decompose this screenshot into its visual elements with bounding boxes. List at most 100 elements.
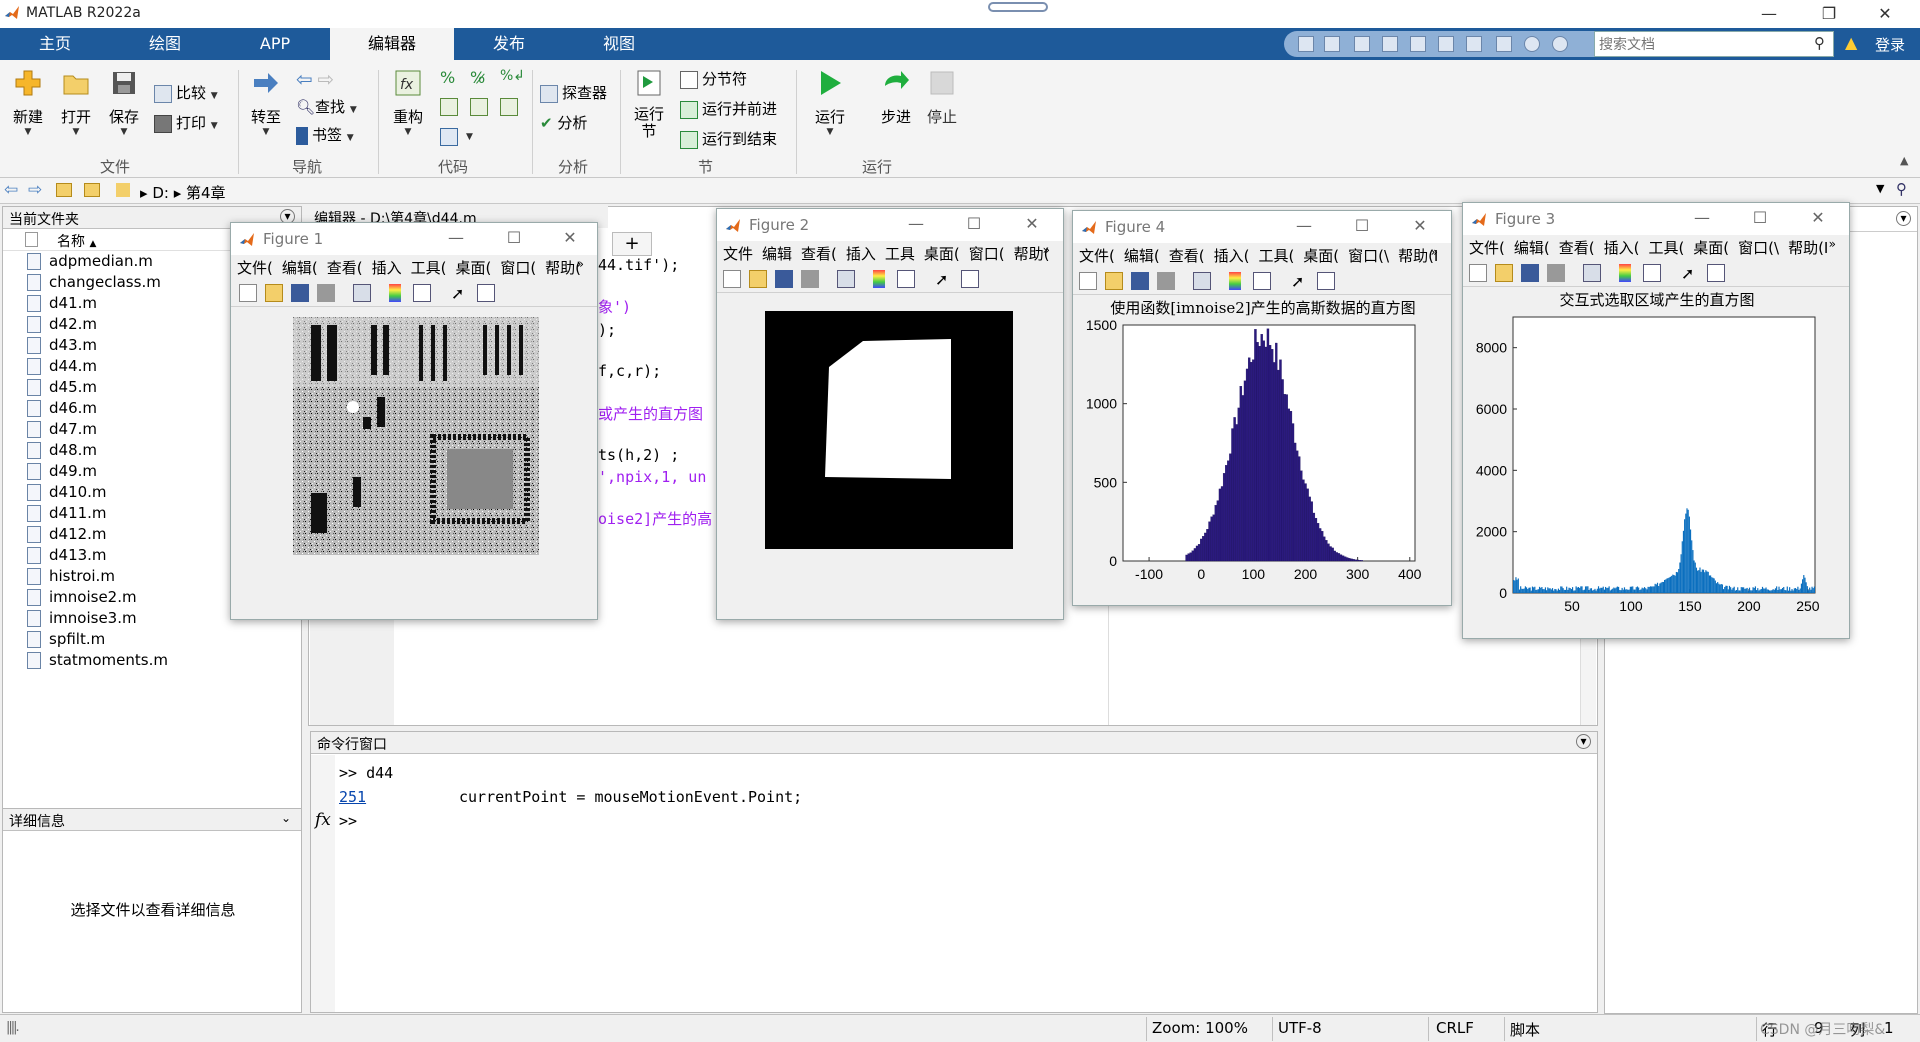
figure-title-bar[interactable]: Figure 4 — ☐ ✕ (1073, 211, 1451, 243)
back-icon[interactable]: ⇦ (4, 180, 18, 200)
maximize-button[interactable]: ☐ (959, 213, 989, 235)
link-plot-icon[interactable] (1193, 272, 1211, 290)
property-inspector-icon[interactable] (1317, 272, 1335, 290)
menu-window[interactable]: 窗口(\ (1738, 239, 1779, 257)
collapse-ribbon-icon[interactable]: ▲ (1900, 154, 1908, 167)
figure-3-canvas[interactable]: 交互式选取区域产生的直方图 50 100 150 200 250 0 2000 4000 600… (1463, 287, 1849, 637)
stop-button[interactable]: 停止 (922, 68, 962, 127)
minimize-button[interactable]: — (1687, 207, 1717, 229)
property-inspector-icon[interactable] (1707, 264, 1725, 282)
new-figure-icon[interactable] (723, 270, 741, 288)
link-plot-icon[interactable] (353, 284, 371, 302)
smart-indent-icon[interactable] (440, 98, 458, 116)
close-button[interactable]: ✕ (1862, 2, 1908, 26)
tab-view[interactable]: 视图 (564, 28, 674, 60)
tab-plots[interactable]: 绘图 (110, 28, 220, 60)
goto-button[interactable]: 转至 ▼ (246, 68, 286, 137)
menu-file[interactable]: 文件( (237, 259, 273, 277)
pointer-icon[interactable]: ➚ (451, 284, 469, 303)
menu-view[interactable]: 查看( (1169, 247, 1205, 265)
minimize-button[interactable]: — (901, 213, 931, 235)
minimize-button[interactable]: — (1746, 2, 1792, 26)
menu-overflow-icon[interactable]: » (577, 257, 584, 271)
maximize-button[interactable]: ☐ (1745, 207, 1775, 229)
section-break-button[interactable]: 分节符 (680, 66, 747, 92)
open-file-icon[interactable] (1105, 272, 1123, 290)
run-and-advance-button[interactable]: 运行并前进 (680, 96, 777, 122)
menu-edit[interactable]: 编辑( (1124, 247, 1160, 265)
list-item[interactable]: statmoments.m (3, 650, 301, 671)
tab-home[interactable]: 主页 (0, 28, 110, 60)
title-drag-handle[interactable] (988, 2, 1048, 12)
new-figure-icon[interactable] (239, 284, 257, 302)
login-link[interactable]: 登录 (1875, 34, 1905, 55)
print-figure-icon[interactable] (1547, 264, 1565, 282)
command-prompt[interactable]: >> (339, 812, 357, 830)
help-icon[interactable] (1524, 36, 1540, 52)
cut-icon[interactable] (1354, 36, 1370, 52)
maximize-button[interactable]: ☐ (499, 227, 529, 249)
panel-menu-icon[interactable]: ▾ (1576, 734, 1591, 749)
property-inspector-icon[interactable] (477, 284, 495, 302)
breadcrumb-drive[interactable]: D: (152, 184, 169, 202)
gaussian-histogram-chart[interactable]: -100 0 100 200 300 400 0 500 1000 1500 (1073, 317, 1451, 605)
chevron-down-icon[interactable]: ▼ (466, 132, 473, 142)
menu-insert[interactable]: 插入 (372, 259, 402, 277)
close-button[interactable]: ✕ (1017, 213, 1047, 235)
step-button[interactable]: 步进 (876, 68, 916, 127)
save-button[interactable]: 保存 ▼ (104, 68, 144, 137)
figure-4-canvas[interactable]: 使用函数[imnoise2]产生的高斯数据的直方图 -100 0 100 200 300… (1073, 295, 1451, 605)
menu-tools[interactable]: 工具( (1648, 239, 1684, 257)
notification-bell-icon[interactable]: ▲ (1845, 33, 1857, 52)
details-header[interactable]: 详细信息 ⌄ (3, 809, 301, 831)
menu-view[interactable]: 查看( (327, 259, 363, 277)
outdent-icon[interactable] (500, 98, 518, 116)
error-line-link[interactable]: 251 (339, 788, 366, 806)
undo-icon[interactable] (1438, 36, 1454, 52)
menu-view[interactable]: 查看( (801, 245, 837, 263)
print-figure-icon[interactable] (317, 284, 335, 302)
menu-desktop[interactable]: 桌面( (1303, 247, 1339, 265)
link-plot-icon[interactable] (837, 270, 855, 288)
close-button[interactable]: ✕ (1405, 215, 1435, 237)
menu-overflow-icon[interactable]: » (1829, 237, 1836, 251)
restore-button[interactable]: ❐ (1806, 2, 1852, 26)
breadcrumb-folder[interactable]: 第4章 (186, 184, 226, 202)
pointer-icon[interactable]: ➚ (935, 270, 953, 289)
forward-icon[interactable]: ⇨ (28, 180, 42, 200)
menu-window[interactable]: 窗口( (500, 259, 536, 277)
browse-folder-icon[interactable] (84, 183, 100, 197)
pointer-icon[interactable]: ➚ (1291, 272, 1309, 291)
property-inspector-icon[interactable] (961, 270, 979, 288)
redo-icon[interactable] (1466, 36, 1482, 52)
figure-1-window[interactable]: Figure 1 — ☐ ✕ 文件(编辑(查看(插入 工具(桌面(窗口(帮助( »… (230, 222, 598, 620)
figure-title-bar[interactable]: Figure 1 — ☐ ✕ (231, 223, 597, 255)
menu-edit[interactable]: 编辑 (762, 245, 792, 263)
switch-windows-icon[interactable] (1496, 36, 1512, 52)
minimize-button[interactable]: — (1289, 215, 1319, 237)
uncomment-icon[interactable]: %̷ (470, 68, 485, 87)
colorbar-icon[interactable] (389, 284, 401, 302)
print-figure-icon[interactable] (1157, 272, 1175, 290)
fx-icon[interactable]: fx (315, 810, 331, 830)
figure-title-bar[interactable]: Figure 3 — ☐ ✕ (1463, 203, 1849, 235)
save-figure-icon[interactable] (291, 284, 309, 302)
menu-file[interactable]: 文件 (723, 245, 753, 263)
run-to-end-button[interactable]: 运行到结束 (680, 126, 777, 152)
menu-file[interactable]: 文件( (1079, 247, 1115, 265)
save-figure-icon[interactable] (1521, 264, 1539, 282)
legend-icon[interactable] (1643, 264, 1661, 282)
menu-desktop[interactable]: 桌面( (1693, 239, 1729, 257)
menu-insert[interactable]: 插入( (1604, 239, 1640, 257)
figure-4-window[interactable]: Figure 4 — ☐ ✕ 文件(编辑(查看(插入(工具(桌面(窗口(\ 帮助(… (1072, 210, 1452, 606)
copy-icon[interactable] (1382, 36, 1398, 52)
find-button[interactable]: 🔍︎查找 ▼ (296, 94, 357, 120)
search-documentation-input[interactable] (1594, 31, 1834, 57)
comment-percent-icon[interactable]: % (440, 68, 455, 87)
tab-publish[interactable]: 发布 (454, 28, 564, 60)
save-icon[interactable] (1324, 36, 1340, 52)
new-tab-button[interactable]: + (612, 232, 652, 256)
legend-icon[interactable] (897, 270, 915, 288)
figure-3-window[interactable]: Figure 3 — ☐ ✕ 文件(编辑(查看(插入(工具(桌面(窗口(\ 帮助(… (1462, 202, 1850, 639)
back-arrow-icon[interactable]: ⇦ (296, 67, 313, 91)
